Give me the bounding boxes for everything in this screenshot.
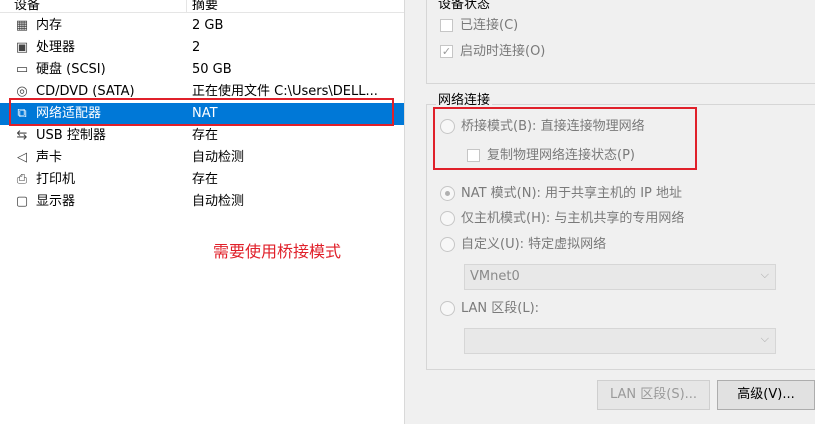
device-name: 显示器 (36, 194, 76, 209)
device-status-title: 设备状态 (436, 0, 493, 12)
custom-network-value: VMnet0 (470, 269, 520, 284)
device-name: 声卡 (36, 150, 63, 165)
column-header-summary[interactable]: 摘要 (192, 0, 218, 13)
device-summary: 50 GB (192, 62, 232, 77)
lan-segments-button[interactable]: LAN 区段(S)... (597, 380, 710, 410)
hard-disk-icon: ▭ (15, 62, 29, 77)
advanced-button[interactable]: 高级(V)... (717, 380, 815, 410)
device-row-memory[interactable]: ▦ 内存 2 GB (0, 15, 404, 37)
device-list: 设备 摘要 ▦ 内存 2 GB ▣ 处理器 2 ▭ 硬盘 (SCSI) 50 G… (0, 0, 405, 424)
custom-network-label: 自定义(U): 特定虚拟网络 (461, 237, 607, 252)
network-connection-title: 网络连接 (436, 89, 493, 108)
radio-button[interactable] (440, 301, 455, 316)
monitor-icon: ▢ (15, 194, 29, 209)
column-header-device[interactable]: 设备 (14, 0, 40, 13)
device-summary: 自动检测 (192, 194, 245, 209)
device-row-printer[interactable]: ⎙ 打印机 存在 (0, 169, 404, 191)
nat-mode-label: NAT 模式(N): 用于共享主机的 IP 地址 (461, 186, 683, 201)
usb-icon: ⇆ (16, 128, 28, 143)
custom-network-select[interactable]: VMnet0 ⌵ (464, 264, 776, 290)
device-name: 打印机 (36, 172, 76, 187)
connected-label: 已连接(C) (460, 18, 519, 33)
device-summary: 2 (192, 40, 201, 55)
host-only-label: 仅主机模式(H): 与主机共享的专用网络 (461, 211, 685, 226)
device-summary: 2 GB (192, 18, 224, 33)
device-list-header: 设备 摘要 (0, 0, 404, 13)
device-name: 硬盘 (SCSI) (36, 62, 106, 77)
device-row-sound-card[interactable]: ◁ 声卡 自动检测 (0, 147, 404, 169)
lan-segment-select[interactable]: ⌵ (464, 328, 776, 354)
memory-icon: ▦ (15, 18, 29, 33)
device-name: 处理器 (36, 40, 76, 55)
processor-icon: ▣ (15, 40, 29, 55)
radio-button[interactable] (440, 237, 455, 252)
checkbox-box[interactable] (440, 19, 453, 32)
radio-button[interactable] (440, 211, 455, 226)
device-name: 内存 (36, 18, 63, 33)
connect-at-power-on-label: 启动时连接(O) (460, 44, 546, 59)
device-name: USB 控制器 (36, 128, 106, 143)
device-row-processor[interactable]: ▣ 处理器 2 (0, 37, 404, 59)
cd-dvd-icon: ◎ (16, 84, 28, 99)
speaker-icon: ◁ (17, 150, 27, 165)
lan-segment-label: LAN 区段(L): (461, 301, 540, 316)
highlight-box-bridged-mode (433, 107, 697, 170)
device-row-hard-disk[interactable]: ▭ 硬盘 (SCSI) 50 GB (0, 59, 404, 81)
highlight-box-network-adapter (9, 98, 394, 126)
device-row-usb[interactable]: ⇆ USB 控制器 存在 (0, 125, 404, 147)
checkmark-icon[interactable]: ✓ (440, 45, 453, 58)
device-summary: 自动检测 (192, 150, 245, 165)
chevron-down-icon: ⌵ (760, 332, 769, 345)
column-divider (186, 0, 187, 12)
radio-button-selected[interactable] (440, 186, 455, 201)
annotation-note: 需要使用桥接模式 (213, 242, 342, 261)
chevron-down-icon: ⌵ (760, 268, 769, 281)
device-summary: 存在 (192, 128, 219, 143)
device-summary: 存在 (192, 172, 219, 187)
printer-icon: ⎙ (16, 172, 28, 187)
device-row-display[interactable]: ▢ 显示器 自动检测 (0, 191, 404, 213)
